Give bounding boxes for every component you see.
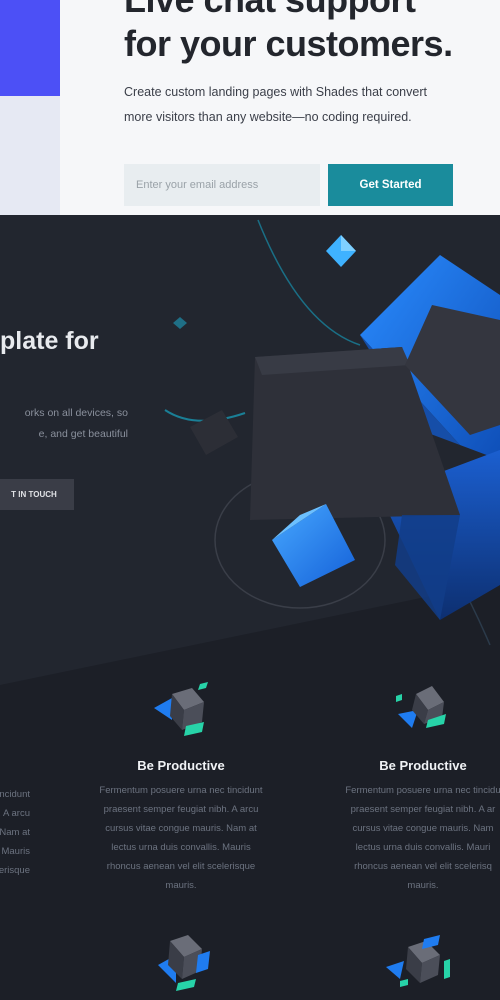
feature-text-partial: tincidunt nibh. A arcu uris. Nam at alli…	[0, 785, 30, 880]
feature-title: Be Productive	[137, 758, 225, 773]
pale-accent-block	[0, 96, 60, 215]
feature-line: Fermentum posuere urna nec tincidu	[345, 785, 500, 796]
dark-hero-section: plate for orks on all devices, so e, and…	[0, 215, 500, 1000]
feature-card: Be Productive Fermentum posuere urna nec…	[76, 680, 286, 895]
feature-line: uris. Nam at	[0, 827, 30, 838]
feature-line: rhoncus aenean vel elit scelerisq	[354, 861, 492, 872]
hero-illustration	[164, 219, 500, 646]
feature-text: Fermentum posuere urna nec tincidu praes…	[318, 781, 500, 895]
cube-icon	[158, 935, 210, 991]
dark-hero-desc-line1: orks on all devices, so	[24, 407, 128, 419]
feature-line: tincidunt	[0, 789, 30, 800]
cube-icon	[396, 686, 446, 728]
feature-line: cursus vitae congue mauris. Nam at	[105, 823, 257, 834]
feature-line: nibh. A arcu	[0, 808, 30, 819]
hero-title: Live chat support for your customers.	[124, 0, 494, 66]
feature-line: praesent semper feugiat nibh. A arcu	[103, 804, 259, 815]
feature-line: cursus vitae congue mauris. Nam	[352, 823, 494, 834]
dark-hero-title: plate for	[0, 327, 99, 355]
email-input[interactable]	[124, 164, 320, 206]
cube-icon	[154, 682, 208, 736]
feature-line: Fermentum posuere urna nec tincidunt	[99, 785, 263, 796]
hero-subtitle-line2: more visitors than any website—no coding…	[124, 110, 412, 124]
orbit-arc	[257, 219, 361, 346]
feature-text: Fermentum posuere urna nec tincidunt pra…	[76, 781, 286, 895]
feature-card: Be Productive Fermentum posuere urna nec…	[318, 680, 500, 895]
feature-line: mauris.	[165, 880, 197, 891]
feature-line: scelerisque	[0, 865, 30, 876]
tiny-diamond	[173, 317, 187, 329]
feature-line: mauris.	[407, 880, 439, 891]
cube-icon	[386, 935, 450, 987]
hero-title-line2: for your customers.	[124, 23, 453, 64]
hero-section: Live chat support for your customers. Cr…	[0, 0, 500, 215]
dark-hero-description: orks on all devices, so e, and get beaut…	[0, 403, 128, 445]
get-started-button[interactable]: Get Started	[328, 164, 453, 206]
get-in-touch-button[interactable]: T IN TOUCH	[0, 479, 74, 510]
dark-hero-desc-line2: e, and get beautiful	[38, 428, 128, 440]
feature-line: praesent semper feugiat nibh. A ar	[350, 804, 496, 815]
feature-line: lectus urna duis convallis. Mauris	[111, 842, 251, 853]
feature-title: Be Productive	[379, 758, 467, 773]
hero-subtitle-line1: Create custom landing pages with Shades …	[124, 85, 427, 99]
feature-line: allis. Mauris	[0, 846, 30, 857]
hero-subtitle: Create custom landing pages with Shades …	[124, 80, 494, 130]
hero-title-line1: Live chat support	[124, 0, 416, 20]
feature-line: lectus urna duis convallis. Mauri	[355, 842, 491, 853]
feature-line: rhoncus aenean vel elit scelerisque	[106, 861, 256, 872]
blue-accent-block	[0, 0, 60, 96]
